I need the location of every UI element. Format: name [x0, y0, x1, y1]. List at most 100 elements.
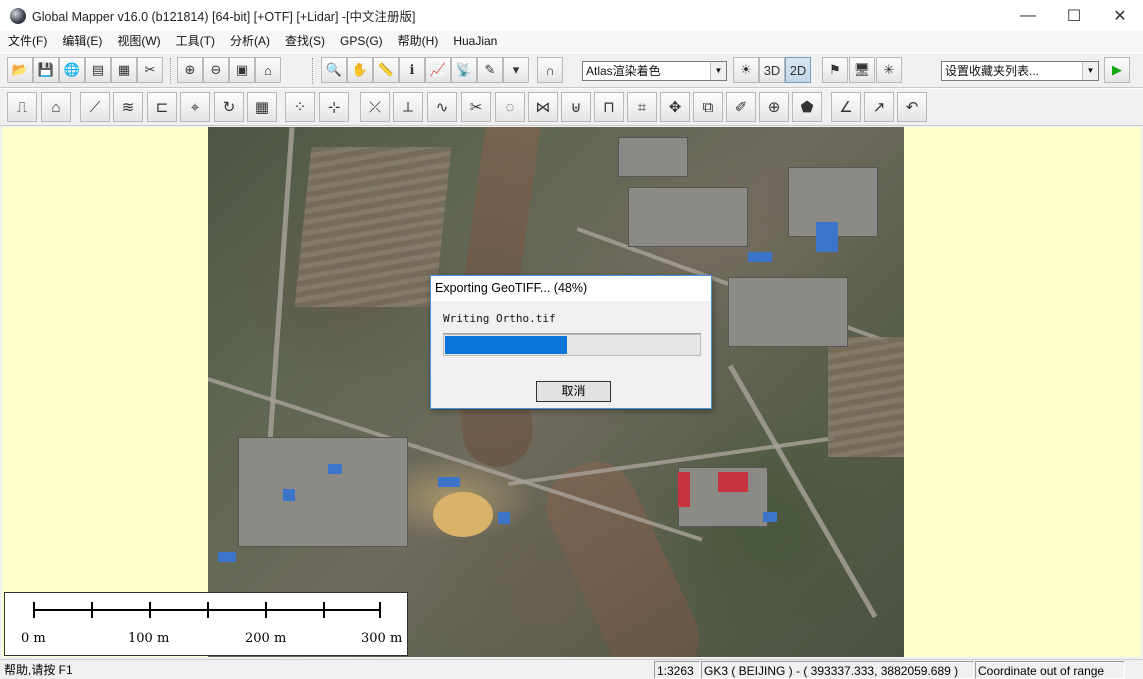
favorites-select[interactable]: 设置收藏夹列表... ▼ — [941, 61, 1099, 81]
split-line-icon[interactable]: ⤫ — [360, 92, 390, 122]
scale-label-200: 200 m — [245, 631, 287, 646]
cut-icon[interactable]: ✂ — [461, 92, 491, 122]
sparkle-icon[interactable]: ✳ — [876, 57, 902, 83]
menu-gps[interactable]: GPS(G) — [332, 31, 390, 51]
scale-bar: 0 m 100 m 200 m 300 m — [4, 592, 408, 656]
feature-info-icon[interactable]: ℹ — [399, 57, 425, 83]
minimize-button[interactable]: — — [1005, 0, 1051, 31]
export-progress-dialog: Exporting GeoTIFF... (48%) Writing Ortho… — [430, 275, 712, 409]
status-help: 帮助,请按 F1 — [4, 663, 73, 677]
maximize-button[interactable]: ☐ — [1051, 0, 1097, 31]
zoom-out-icon[interactable]: ⊖ — [203, 57, 229, 83]
scale-tick — [91, 602, 93, 618]
undo-icon[interactable]: ↶ — [897, 92, 927, 122]
globe-download-icon[interactable]: 🌐 — [59, 57, 85, 83]
scale-tick — [265, 602, 267, 618]
save-icon[interactable]: 💾 — [33, 57, 59, 83]
full-view-icon[interactable]: ▣ — [229, 57, 255, 83]
scale-label-300: 300 m — [361, 631, 403, 646]
create-area-icon[interactable]: ⌂ — [41, 92, 71, 122]
progress-bar-fill — [445, 336, 567, 354]
status-message: Coordinate out of range — [975, 661, 1125, 679]
buffer-icon[interactable]: ◌ — [495, 92, 525, 122]
toolbar-grip — [170, 58, 173, 84]
open-folder-icon[interactable]: 📂 — [7, 57, 33, 83]
digitizer-icon[interactable]: ✎ — [477, 57, 503, 83]
menu-analysis[interactable]: 分析(A) — [222, 31, 277, 51]
chevron-down-icon: ▼ — [1082, 62, 1098, 80]
status-projection: GK3 ( BEIJING ) - ( 393337.333, 3882059.… — [701, 661, 974, 679]
menu-search[interactable]: 查找(S) — [277, 31, 332, 51]
config-icon[interactable]: ✂ — [137, 57, 163, 83]
paint-icon[interactable]: ✐ — [726, 92, 756, 122]
globe-icon — [10, 7, 26, 24]
edit-feature-icon[interactable]: ⎍ — [7, 92, 37, 122]
control-center-icon[interactable]: ▤ — [85, 57, 111, 83]
cancel-button[interactable]: 取消 — [536, 381, 611, 402]
toolbar-grip — [312, 58, 315, 84]
scale-tick — [149, 602, 151, 618]
dropdown-tool-icon[interactable]: ▾ — [503, 57, 529, 83]
window-controls: — ☐ ✕ — [1005, 0, 1143, 31]
scale-tick — [207, 602, 209, 618]
3d-view-icon[interactable]: 3D — [759, 57, 785, 83]
insert-vertex-icon[interactable]: ⊹ — [319, 92, 349, 122]
intersect-icon[interactable]: ⊓ — [594, 92, 624, 122]
dialog-title: Exporting GeoTIFF... (48%) — [431, 276, 711, 301]
arch-icon[interactable]: ∩ — [537, 57, 563, 83]
merge-icon[interactable]: ⊕ — [759, 92, 789, 122]
window-title: Global Mapper v16.0 (b121814) [64-bit] [… — [32, 10, 416, 24]
status-scale: 1:3263 — [654, 661, 700, 679]
union-icon[interactable]: ⊎ — [561, 92, 591, 122]
home-icon[interactable]: ⌂ — [255, 57, 281, 83]
menu-file[interactable]: 文件(F) — [0, 31, 54, 51]
overlay-icon[interactable]: ▦ — [111, 57, 137, 83]
menu-tools[interactable]: 工具(T) — [168, 31, 222, 51]
move-icon[interactable]: ✥ — [660, 92, 690, 122]
play-icon[interactable]: ▶ — [1104, 57, 1130, 83]
view-shed-icon[interactable]: 📡 — [451, 57, 477, 83]
menu-edit[interactable]: 编辑(E) — [54, 31, 109, 51]
join-icon[interactable]: ⋈ — [528, 92, 558, 122]
create-point-icon[interactable]: ⊏ — [147, 92, 177, 122]
favorites-select-value: 设置收藏夹列表... — [945, 64, 1040, 78]
menu-view[interactable]: 视图(W) — [109, 31, 167, 51]
vertex-icon[interactable]: ⁘ — [285, 92, 315, 122]
shader-options-icon[interactable]: ☀ — [733, 57, 759, 83]
shader-select[interactable]: Atlas渲染着色 ▼ — [582, 61, 727, 81]
flag-icon[interactable]: ⚑ — [822, 57, 848, 83]
2d-3d-toggle-icon[interactable]: 2D — [785, 57, 811, 83]
path-profile-icon[interactable]: 📈 — [425, 57, 451, 83]
zoom-tool-icon[interactable]: 🔍 — [321, 57, 347, 83]
close-button[interactable]: ✕ — [1097, 0, 1143, 31]
create-line-icon[interactable]: ⟋ — [80, 92, 110, 122]
extend-icon[interactable]: ↗ — [864, 92, 894, 122]
shape-icon[interactable]: ⬟ — [792, 92, 822, 122]
angle-icon[interactable]: ∠ — [831, 92, 861, 122]
copy-icon[interactable]: ⧉ — [693, 92, 723, 122]
scale-tick — [323, 602, 325, 618]
pan-hand-icon[interactable]: ✋ — [347, 57, 373, 83]
main-toolbar: 📂 💾 🌐 ▤ ▦ ✂ ⊕ ⊖ ▣ ⌂ 🔍 ✋ 📏 ℹ 📈 📡 ✎ ▾ ∩ At… — [0, 52, 1143, 88]
shader-select-value: Atlas渲染着色 — [586, 64, 661, 78]
digitizer-toolbar: ⎍ ⌂ ⟋ ≋ ⊏ ⌖ ↻ ▦ ⁘ ⊹ ⤫ ⟂ ∿ ✂ ◌ ⋈ ⊎ ⊓ ⌗ ✥ … — [0, 88, 1143, 126]
measure-icon[interactable]: 📏 — [373, 57, 399, 83]
scale-label-100: 100 m — [128, 631, 170, 646]
ruler-icon[interactable]: ⟂ — [393, 92, 423, 122]
scale-tick — [33, 602, 35, 618]
smooth-icon[interactable]: ∿ — [427, 92, 457, 122]
crop-icon[interactable]: ⌗ — [627, 92, 657, 122]
grid-icon[interactable]: ▦ — [247, 92, 277, 122]
monitor-icon[interactable]: 🖥 — [849, 57, 875, 83]
status-bar: 帮助,请按 F1 1:3263 GK3 ( BEIJING ) - ( 3933… — [0, 659, 1143, 679]
scale-label-0: 0 m — [21, 631, 46, 646]
dialog-message: Writing Ortho.tif — [443, 312, 556, 325]
menu-help[interactable]: 帮助(H) — [390, 31, 446, 51]
progress-bar — [443, 334, 701, 356]
create-contour-icon[interactable]: ≋ — [113, 92, 143, 122]
zoom-in-icon[interactable]: ⊕ — [177, 57, 203, 83]
coordinate-code-icon[interactable]: ⌖ — [180, 92, 210, 122]
menu-bar: 文件(F) 编辑(E) 视图(W) 工具(T) 分析(A) 查找(S) GPS(… — [0, 31, 1143, 51]
rotate-feature-icon[interactable]: ↻ — [214, 92, 244, 122]
menu-huajian[interactable]: HuaJian — [445, 31, 504, 51]
